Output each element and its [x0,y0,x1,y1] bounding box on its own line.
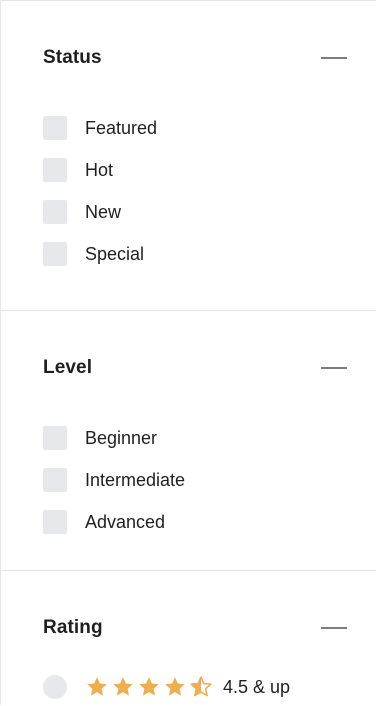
level-filter-section: Level Beginner Intermediate Advanced [1,311,376,571]
filter-panel: Status Featured Hot New Special Level Be… [0,0,376,705]
level-filter-header: Level [43,355,348,381]
star-icon [87,677,107,696]
checkbox[interactable] [43,468,67,492]
star-icon [139,677,159,696]
option-label: Featured [85,117,158,138]
option-label: Beginner [85,427,158,448]
option-label: Advanced [85,511,166,532]
checkbox[interactable] [43,116,67,140]
level-option-beginner[interactable]: Beginner [43,417,348,459]
checkbox[interactable] [43,200,67,224]
checkbox[interactable] [43,426,67,450]
option-label: Hot [85,159,114,180]
option-label: New [85,201,122,222]
status-filter-header: Status [43,45,348,71]
minus-icon [321,367,347,369]
status-option-new[interactable]: New [43,191,348,233]
status-option-featured[interactable]: Featured [43,107,348,149]
status-options: Featured Hot New Special [43,107,348,275]
status-option-hot[interactable]: Hot [43,149,348,191]
status-option-special[interactable]: Special [43,233,348,275]
radio-button[interactable] [43,675,67,699]
star-half-icon [190,676,212,697]
status-filter-title: Status [43,47,102,68]
level-option-intermediate[interactable]: Intermediate [43,459,348,501]
status-filter-section: Status Featured Hot New Special [1,1,376,311]
minus-icon [321,627,347,629]
level-filter-title: Level [43,357,93,378]
rating-filter-section: Rating 4.5 & up [1,571,376,706]
level-options: Beginner Intermediate Advanced [43,417,348,543]
level-collapse-button[interactable] [320,358,348,378]
rating-option-label: 4.5 & up [223,676,291,697]
rating-filter-title: Rating [43,617,103,638]
star-icon [113,677,133,696]
checkbox[interactable] [43,242,67,266]
option-label: Special [85,243,145,264]
rating-collapse-button[interactable] [320,618,348,638]
checkbox[interactable] [43,158,67,182]
rating-filter-header: Rating [43,615,348,641]
option-label: Intermediate [85,469,186,490]
level-option-advanced[interactable]: Advanced [43,501,348,543]
minus-icon [321,57,347,59]
star-rating [85,675,213,699]
star-icon [165,677,185,696]
status-collapse-button[interactable] [320,48,348,68]
rating-option-4-5-up[interactable]: 4.5 & up [43,672,290,702]
checkbox[interactable] [43,510,67,534]
